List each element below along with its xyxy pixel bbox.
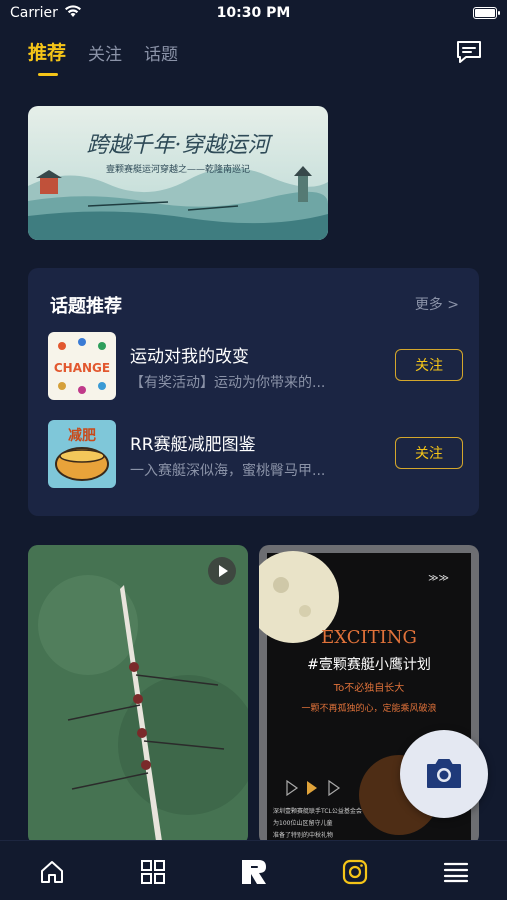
topic-item[interactable]: 减肥 RR赛艇减肥图鉴 一入赛艇深似海，蜜桃臀马甲... 关注 xyxy=(48,420,463,488)
follow-button[interactable]: 关注 xyxy=(395,349,463,381)
instagram-icon xyxy=(342,859,368,885)
poster-title: #壹颗赛艇小鹰计划 xyxy=(307,657,431,673)
follow-button[interactable]: 关注 xyxy=(395,437,463,469)
battery-icon xyxy=(473,7,500,19)
play-icon[interactable] xyxy=(208,557,236,585)
banner-illustration: 跨越千年·穿越运河 壹颗赛艇运河穿越之——乾隆南巡记 xyxy=(28,106,328,240)
topic-thumb-diet: 减肥 xyxy=(48,420,116,488)
topic-description: 一入赛艇深似海，蜜桃臀马甲... xyxy=(130,463,326,479)
topic-description: 【有奖活动】运动为你带来的... xyxy=(130,375,326,391)
tab-recommend[interactable]: 推荐 xyxy=(28,38,67,76)
topic-recommend-card: 话题推荐 更多 > CHANGE 运动对我的改变 【有奖活动】运动为你带来的..… xyxy=(28,268,479,516)
menu-icon xyxy=(443,862,469,883)
topic-thumb-label: 减肥 xyxy=(68,427,96,444)
feed-tabs: 推荐 关注 话题 xyxy=(28,38,178,76)
poster-line2: 一颗不再孤独的心，定能乘风破浪 xyxy=(301,702,436,714)
poster-caption3: 准备了特别的中秋礼物 xyxy=(273,831,333,839)
topic-thumb-change: CHANGE xyxy=(48,332,116,400)
poster-caption1: 深圳壹颗赛艇联手TCL公益基金会 xyxy=(273,807,362,815)
bottom-tab-bar xyxy=(0,840,507,900)
poster-line1: To不必独自长大 xyxy=(333,681,405,694)
camera-icon xyxy=(427,759,461,788)
svg-text:≫≫: ≫≫ xyxy=(428,573,449,584)
status-time: 10:30 PM xyxy=(216,5,291,21)
post-card-video[interactable] xyxy=(28,545,248,845)
home-icon xyxy=(41,861,63,883)
grid-icon xyxy=(141,860,165,884)
banner-subtitle: 壹颗赛艇运河穿越之——乾隆南巡记 xyxy=(106,163,250,175)
topic-thumbnail: 减肥 xyxy=(48,420,116,488)
topic-thumbnail: CHANGE xyxy=(48,332,116,400)
tab-recommend-label: 推荐 xyxy=(28,42,67,64)
rowing-photo xyxy=(28,545,248,845)
tab-topics[interactable]: 话题 xyxy=(144,40,178,65)
tab-active-indicator xyxy=(38,73,58,76)
topic-item[interactable]: CHANGE 运动对我的改变 【有奖活动】运动为你带来的... 关注 xyxy=(48,332,463,400)
camera-button[interactable] xyxy=(400,730,488,818)
tabbar-instagram[interactable] xyxy=(338,855,372,889)
status-bar: Carrier 10:30 PM xyxy=(0,0,507,28)
poster-headline: EXCITING xyxy=(321,627,417,648)
rr-logo-icon xyxy=(242,860,266,884)
tabbar-rr[interactable] xyxy=(237,855,271,889)
topic-thumb-label: CHANGE xyxy=(54,361,110,375)
banner-image[interactable]: 跨越千年·穿越运河 壹颗赛艇运河穿越之——乾隆南巡记 xyxy=(28,106,328,240)
topic-name: RR赛艇减肥图鉴 xyxy=(130,435,256,455)
topic-card-title: 话题推荐 xyxy=(50,296,122,317)
tabbar-menu[interactable] xyxy=(439,855,473,889)
tabbar-home[interactable] xyxy=(35,855,69,889)
message-icon[interactable] xyxy=(455,38,483,66)
topic-name: 运动对我的改变 xyxy=(130,347,249,367)
banner-title: 跨越千年·穿越运河 xyxy=(87,133,274,158)
tab-following[interactable]: 关注 xyxy=(88,40,122,65)
topic-more-link[interactable]: 更多 > xyxy=(415,294,459,314)
tabbar-discover[interactable] xyxy=(136,855,170,889)
poster-caption2: 为100位山区留守儿童 xyxy=(273,819,332,827)
